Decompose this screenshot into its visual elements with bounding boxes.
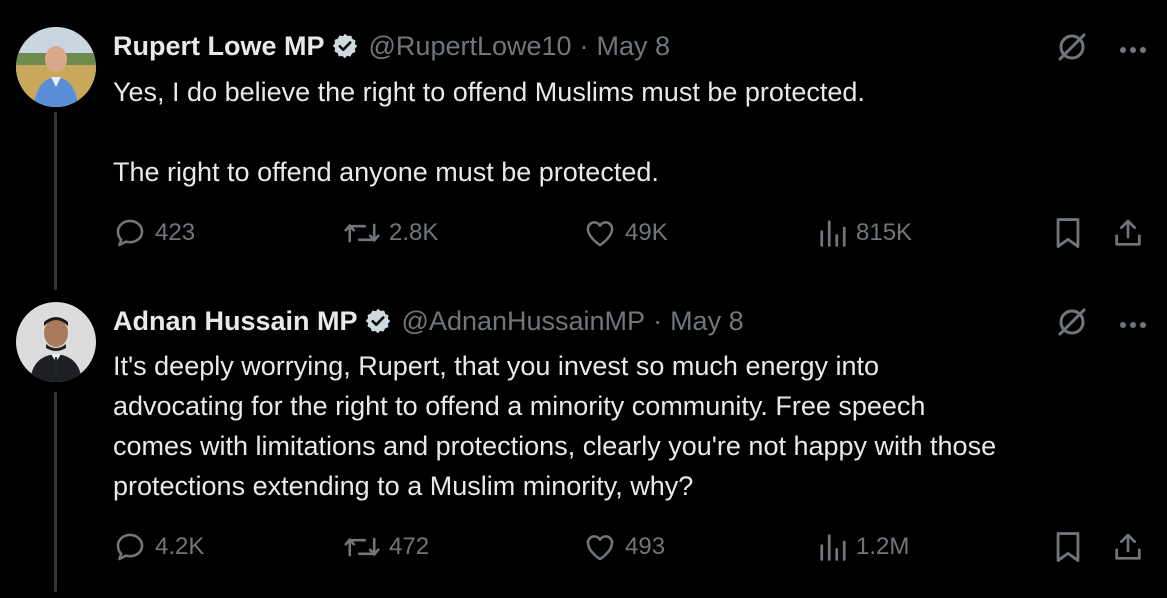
tweet-header: Adnan Hussain MP @AdnanHussainMP · May 8 [113, 303, 744, 339]
repost-icon [344, 537, 380, 557]
share-button[interactable] [1112, 530, 1144, 564]
repost-button[interactable]: 472 [343, 530, 429, 564]
views-button[interactable]: 1.2M [818, 530, 909, 564]
bookmark-icon [1056, 218, 1080, 248]
timestamp[interactable]: May 8 [597, 31, 671, 62]
avatar-image [16, 302, 96, 382]
view-count: 815K [856, 219, 913, 246]
verified-badge-icon[interactable] [331, 32, 359, 60]
separator: · [653, 305, 663, 336]
tweet-text: It's deeply worrying, Rupert, that you i… [113, 346, 1147, 506]
tweet-paragraph: The right to offend anyone must be prote… [113, 157, 659, 187]
bookmark-icon [1056, 532, 1080, 562]
view-count: 1.2M [856, 533, 910, 560]
tweet-text: Yes, I do believe the right to offend Mu… [113, 72, 1147, 192]
tweet-header: Rupert Lowe MP @RupertLowe10 · May 8 [113, 28, 670, 64]
views-icon [820, 220, 846, 247]
bookmark-button[interactable] [1053, 216, 1083, 250]
like-icon [586, 221, 614, 247]
reply-icon [116, 533, 144, 561]
tweet-top-icons [1055, 305, 1147, 344]
tweet-line: It's deeply worrying, Rupert, that you i… [113, 351, 880, 381]
verified-badge-icon[interactable] [364, 307, 392, 335]
display-name[interactable]: Adnan Hussain MP [113, 306, 358, 337]
views-icon [820, 534, 846, 561]
separator: · [579, 30, 589, 61]
tweet-paragraph: Yes, I do believe the right to offend Mu… [113, 77, 865, 107]
tweet-line: advocating for the right to offend a min… [113, 391, 926, 421]
like-count: 49K [625, 219, 668, 246]
grok-icon[interactable] [1055, 30, 1089, 69]
more-icon[interactable] [1119, 41, 1147, 59]
handle[interactable]: @AdnanHussainMP [402, 306, 646, 337]
reply-icon [116, 219, 144, 247]
avatar[interactable] [16, 27, 96, 107]
timestamp[interactable]: May 8 [670, 306, 744, 337]
repost-button[interactable]: 2.8K [343, 216, 438, 250]
more-icon[interactable] [1119, 316, 1147, 334]
action-bar: 4.2K 472 493 1.2M [0, 530, 1167, 570]
reply-count: 423 [155, 219, 196, 246]
tweet-line: comes with limitations and protections, … [113, 431, 997, 461]
avatar-image [16, 27, 96, 107]
like-count: 493 [625, 533, 666, 560]
views-button[interactable]: 815K [818, 216, 912, 250]
tweet-top-icons [1055, 30, 1147, 69]
reply-button[interactable]: 4.2K [113, 530, 204, 564]
like-button[interactable]: 493 [583, 530, 665, 564]
grok-icon[interactable] [1055, 305, 1089, 344]
reply-count: 4.2K [155, 533, 205, 560]
repost-icon [344, 223, 380, 243]
share-icon [1115, 533, 1141, 560]
reply-button[interactable]: 423 [113, 216, 195, 250]
tweet[interactable]: Rupert Lowe MP @RupertLowe10 · May 8 Yes… [0, 0, 1167, 290]
avatar[interactable] [16, 302, 96, 382]
display-name[interactable]: Rupert Lowe MP [113, 31, 325, 62]
handle[interactable]: @RupertLowe10 [369, 31, 572, 62]
bookmark-button[interactable] [1053, 530, 1083, 564]
share-button[interactable] [1112, 216, 1144, 250]
repost-count: 472 [389, 533, 430, 560]
repost-count: 2.8K [389, 219, 439, 246]
tweet-line: protections extending to a Muslim minori… [113, 471, 694, 501]
tweet[interactable]: Adnan Hussain MP @AdnanHussainMP · May 8 [0, 290, 1167, 598]
share-icon [1115, 219, 1141, 246]
like-button[interactable]: 49K [583, 216, 668, 250]
like-icon [586, 535, 614, 561]
action-bar: 423 2.8K 49K 815K [0, 216, 1167, 256]
